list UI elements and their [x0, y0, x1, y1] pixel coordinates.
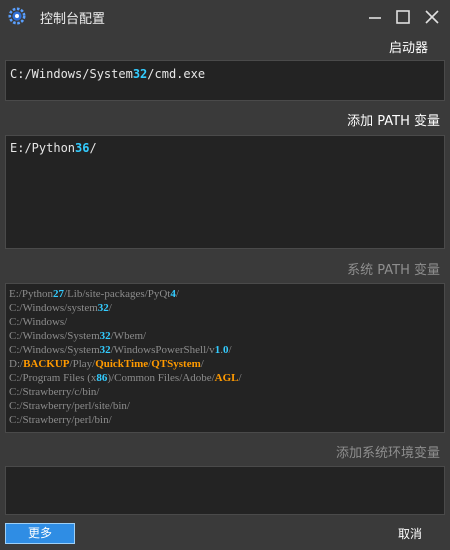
system-path-list[interactable]: E:/Python27/Lib/site-packages/PyQt4/C:/W… — [5, 283, 445, 433]
command-field[interactable]: C:/Windows/System32/cmd.exe — [5, 60, 445, 101]
system-path-entries: E:/Python27/Lib/site-packages/PyQt4/C:/W… — [9, 287, 242, 427]
system-path-entry: C:/Windows/System32/Wbem/ — [9, 330, 147, 342]
more-button[interactable]: 更多 — [5, 523, 75, 544]
system-path-entry: C:/Windows/System32/WindowsPowerShell/v1… — [9, 344, 232, 356]
system-path-entry: C:/Windows/system32/ — [9, 302, 112, 314]
command-value: C:/Windows/System32/cmd.exe — [10, 67, 206, 81]
system-path-entry: C:/Program Files (x86)/Common Files/Adob… — [9, 372, 242, 384]
system-path-entry: C:/Strawberry/c/bin/ — [9, 386, 100, 398]
system-path-entry: C:/Strawberry/perl/site/bin/ — [9, 400, 130, 412]
maximize-icon[interactable] — [392, 6, 414, 28]
system-env-editor[interactable] — [5, 466, 445, 515]
user-path-editor[interactable]: E:/Python36/ — [5, 135, 445, 249]
gear-icon — [8, 7, 26, 25]
minimize-icon[interactable] — [364, 6, 386, 28]
user-path-value: E:/Python36/ — [10, 141, 97, 155]
system-path-entry: C:/Strawberry/perl/bin/ — [9, 414, 112, 426]
close-icon[interactable] — [421, 6, 443, 28]
system-path-label: 系统 PATH 变量 — [347, 263, 440, 278]
add-system-env-button[interactable]: 添加系统环境变量 — [336, 442, 440, 461]
system-path-entry: D:/BACKUP/Play/QuickTime/QTSystem/ — [9, 358, 204, 370]
add-path-button[interactable]: 添加 PATH 变量 — [347, 110, 440, 129]
launch-button[interactable]: 启动器 — [389, 37, 428, 56]
system-path-entry: C:/Windows/ — [9, 316, 68, 328]
window-title: 控制台配置 — [40, 12, 106, 27]
system-path-entry: E:/Python27/Lib/site-packages/PyQt4/ — [9, 288, 179, 300]
cancel-button[interactable]: 取消 — [386, 525, 434, 542]
title-bar: 控制台配置 — [0, 0, 450, 32]
